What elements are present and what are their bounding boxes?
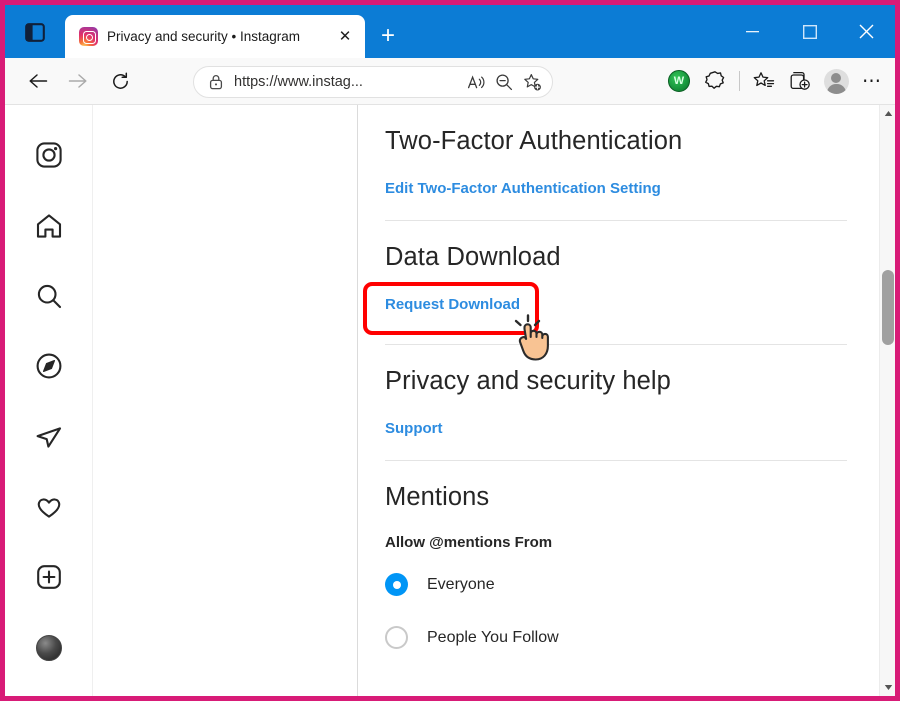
scroll-down-arrow-icon[interactable]: [880, 679, 895, 696]
support-link[interactable]: Support: [385, 420, 443, 437]
radio-option-people-you-follow[interactable]: People You Follow: [385, 626, 847, 649]
browser-tab[interactable]: Privacy and security • Instagram ✕: [65, 15, 365, 58]
page-viewport: Two-Factor Authentication Edit Two-Facto…: [5, 105, 895, 696]
scroll-up-arrow-icon[interactable]: [880, 105, 895, 122]
maximize-button[interactable]: [781, 5, 838, 58]
tab-close-icon[interactable]: ✕: [335, 27, 355, 47]
settings-nav-column: [93, 105, 358, 696]
profile-avatar[interactable]: [819, 64, 853, 98]
profile-avatar: [35, 634, 62, 661]
request-download-link[interactable]: Request Download: [385, 296, 520, 313]
request-download-wrapper: Request Download: [363, 282, 549, 361]
refresh-icon[interactable]: [103, 64, 137, 98]
title-bar: Privacy and security • Instagram ✕ +: [5, 5, 895, 58]
new-tab-button[interactable]: +: [375, 23, 401, 49]
radio-people-you-follow-icon[interactable]: [385, 626, 408, 649]
tab-title: Privacy and security • Instagram: [107, 29, 301, 44]
address-bar[interactable]: https://www.instag...: [193, 66, 553, 98]
mouse-cursor-pointer-icon: [510, 309, 556, 363]
edit-two-factor-link[interactable]: Edit Two-Factor Authentication Setting: [385, 180, 661, 197]
sidebar-item-search[interactable]: [26, 274, 72, 318]
divider: [385, 220, 847, 221]
minimize-button[interactable]: [724, 5, 781, 58]
more-dots: ⋯: [862, 70, 882, 92]
radio-everyone-icon[interactable]: [385, 573, 408, 596]
url-text: https://www.instag...: [234, 74, 363, 90]
section-title-two-factor: Two-Factor Authentication: [385, 127, 683, 155]
settings-more-icon[interactable]: ⋯: [855, 64, 889, 98]
instagram-favicon-icon: [79, 27, 98, 46]
radio-option-everyone[interactable]: Everyone: [385, 573, 847, 596]
read-aloud-icon[interactable]: [462, 69, 490, 95]
add-favorite-icon[interactable]: [518, 69, 546, 95]
collections-icon[interactable]: [783, 64, 817, 98]
sidebar-item-notifications[interactable]: [26, 485, 72, 529]
section-title-data-download: Data Download: [385, 243, 561, 271]
sidebar-item-profile[interactable]: [26, 626, 72, 670]
favorites-icon[interactable]: [747, 64, 781, 98]
sidebar-item-explore[interactable]: [26, 344, 72, 388]
sidebar-item-home[interactable]: [26, 203, 72, 247]
allow-mentions-label: Allow @mentions From: [385, 534, 553, 551]
browser-window: Privacy and security • Instagram ✕ + htt…: [0, 0, 900, 701]
browser-essentials-icon[interactable]: [698, 64, 732, 98]
back-icon[interactable]: [21, 64, 55, 98]
sidebar-item-create[interactable]: [26, 555, 72, 599]
section-title-help: Privacy and security help: [385, 367, 671, 395]
sidebar-item-messages[interactable]: [26, 415, 72, 459]
scrollbar-thumb[interactable]: [882, 270, 894, 345]
instagram-logo-icon[interactable]: [26, 133, 72, 177]
page-body: Two-Factor Authentication Edit Two-Facto…: [93, 105, 895, 696]
divider: [385, 344, 847, 345]
zoom-out-icon[interactable]: [490, 69, 518, 95]
close-button[interactable]: [838, 5, 895, 58]
radio-people-you-follow-label: People You Follow: [427, 628, 559, 646]
extension-icon[interactable]: W: [662, 64, 696, 98]
radio-everyone-label: Everyone: [427, 575, 495, 593]
settings-content: Two-Factor Authentication Edit Two-Facto…: [358, 105, 895, 696]
extension-badge: W: [668, 70, 690, 92]
lock-icon: [206, 74, 226, 90]
toolbar-right-actions: W ⋯: [662, 64, 889, 98]
instagram-sidebar: [5, 105, 93, 696]
tab-actions-icon[interactable]: [22, 20, 48, 44]
divider: [385, 460, 847, 461]
toolbar-divider: [739, 71, 740, 91]
section-title-mentions: Mentions: [385, 483, 490, 511]
forward-icon[interactable]: [61, 64, 95, 98]
page-scrollbar[interactable]: [879, 105, 895, 696]
window-controls: [724, 5, 895, 58]
browser-toolbar: https://www.instag... W ⋯: [5, 58, 895, 105]
